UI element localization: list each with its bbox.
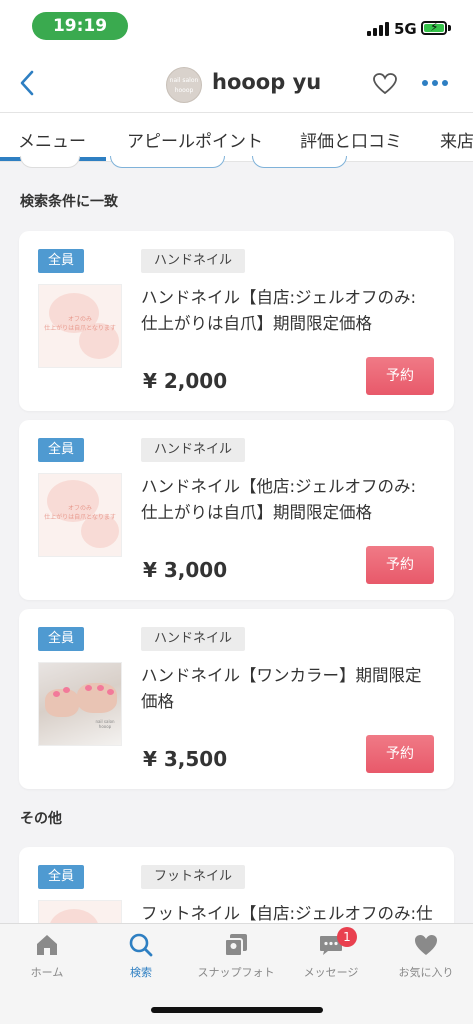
nav-label: ホーム [30, 966, 64, 979]
photo-watermark: nail salon hooop [95, 719, 115, 729]
menu-title: ハンドネイル【ワンカラー】期間限定価格 [141, 666, 422, 711]
target-badge: 全員 [38, 865, 84, 889]
category-tag: ハンドネイル [141, 438, 246, 462]
category-tag: フットネイル [141, 865, 246, 889]
section-label-other: その他 [20, 811, 62, 827]
menu-card[interactable]: 全員 オフのみ 仕上がりは自爪となります ハンドネイル ハンドネイル【他店:ジェ… [19, 420, 454, 600]
filter-chips-peek [0, 156, 473, 170]
target-badge: 全員 [38, 627, 84, 651]
nav-label: お気に入り [398, 966, 454, 979]
category-tag: ハンドネイル [141, 627, 246, 651]
status-bar: 19:19 5G ⚡ [0, 0, 473, 56]
back-chevron-icon[interactable] [14, 68, 44, 98]
shop-header: nail salon hooop hooop yu [0, 56, 473, 112]
menu-title: ハンドネイル【他店:ジェルオフのみ:仕上がりは自爪】期間限定価格 [141, 477, 417, 522]
tab-menu[interactable]: メニュー [18, 127, 86, 152]
nav-label: スナップフォト [197, 966, 275, 979]
message-count-badge: 1 [337, 927, 357, 947]
heart-outline-icon[interactable] [372, 72, 398, 96]
network-type: 5G [394, 20, 417, 38]
nav-snap-photo[interactable]: スナップフォト [189, 932, 283, 980]
menu-tabs: メニュー アピールポイント 評価と口コミ 来店 [0, 112, 473, 162]
nav-home[interactable]: ホーム [0, 932, 94, 980]
heart-filled-icon [415, 935, 437, 955]
shop-name: hooop yu [212, 70, 322, 94]
home-icon [37, 935, 57, 955]
nav-favorites[interactable]: お気に入り [379, 932, 473, 980]
tab-visit[interactable]: 来店 [440, 127, 473, 152]
menu-thumbnail: オフのみ 仕上がりは自爪となります [38, 473, 122, 557]
photo-stack-icon [224, 934, 247, 957]
search-icon [129, 933, 153, 957]
thumbnail-caption: オフのみ 仕上がりは自爪となります [44, 505, 116, 521]
home-indicator[interactable] [151, 1007, 323, 1013]
nav-search[interactable]: 検索 [94, 932, 188, 980]
menu-card[interactable]: 全員 オフのみ 仕上がりは自爪となります ハンドネイル ハンドネイル【自店:ジェ… [19, 231, 454, 411]
section-label-match: 検索条件に一致 [20, 194, 118, 210]
menu-price: ¥ 3,000 [143, 558, 228, 582]
menu-thumbnail: オフのみ 仕上がりは自爪となります [38, 284, 122, 368]
menu-price: ¥ 3,500 [143, 747, 228, 771]
reserve-button[interactable]: 予約 [366, 546, 434, 584]
status-time: 19:19 [32, 12, 128, 40]
nav-label: 検索 [130, 966, 152, 979]
target-badge: 全員 [38, 249, 84, 273]
menu-photo: nail salon hooop [38, 662, 122, 746]
target-badge: 全員 [38, 438, 84, 462]
menu-price: ¥ 2,000 [143, 369, 228, 393]
signal-icon [367, 22, 389, 36]
tab-appeal-points[interactable]: アピールポイント [127, 127, 263, 152]
nav-messages[interactable]: 1 メッセージ [284, 927, 378, 980]
tab-reviews[interactable]: 評価と口コミ [300, 127, 402, 152]
thumbnail-caption: オフのみ 仕上がりは自爪となります [44, 316, 116, 332]
nav-label: メッセージ [303, 966, 359, 979]
battery-tip [448, 25, 451, 31]
reserve-button[interactable]: 予約 [366, 357, 434, 395]
menu-card[interactable]: 全員 nail salon hooop ハンドネイル ハンドネイル【ワンカラー】… [19, 609, 454, 789]
battery-charging-icon: ⚡ [421, 20, 447, 35]
more-dots-icon[interactable] [420, 80, 450, 88]
category-tag: ハンドネイル [141, 249, 246, 273]
reserve-button[interactable]: 予約 [366, 735, 434, 773]
menu-title: ハンドネイル【自店:ジェルオフのみ:仕上がりは自爪】期間限定価格 [141, 288, 417, 333]
shop-avatar: nail salon hooop [166, 67, 202, 103]
